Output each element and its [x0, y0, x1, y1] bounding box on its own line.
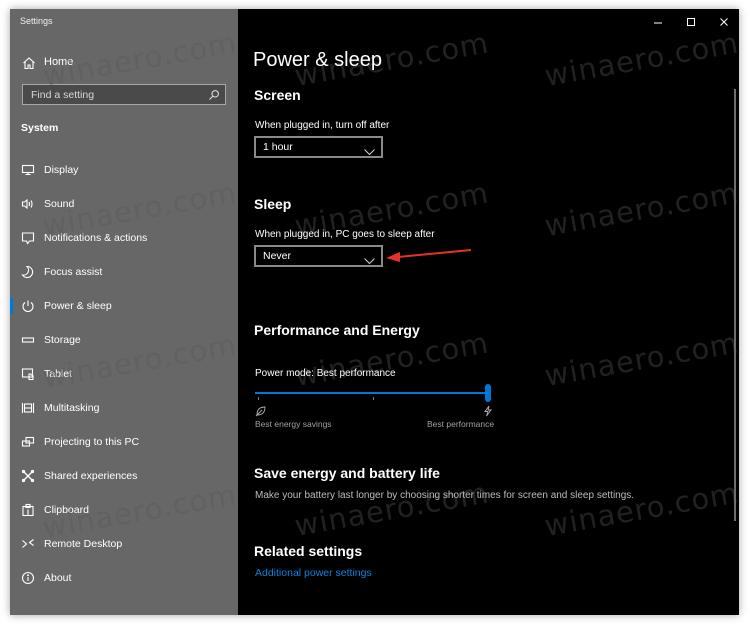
sidebar-item-projecting[interactable]: Projecting to this PC: [10, 429, 238, 455]
sidebar: Settings Home System Display: [10, 9, 239, 615]
notifications-icon: [21, 231, 35, 245]
sidebar-item-notifications[interactable]: Notifications & actions: [10, 225, 238, 251]
slider-min-caption: Best energy savings: [255, 419, 332, 429]
sleep-heading: Sleep: [254, 196, 292, 212]
screen-timeout-dropdown[interactable]: 1 hour: [254, 136, 383, 158]
dropdown-value: 1 hour: [263, 141, 293, 153]
maximize-button[interactable]: [678, 13, 704, 31]
screen-timeout-label: When plugged in, turn off after: [255, 120, 390, 131]
close-button[interactable]: [711, 13, 737, 31]
sidebar-item-label: Sound: [44, 198, 75, 210]
slider-track: [255, 392, 488, 394]
home-icon: [22, 56, 36, 70]
slider-tick: [258, 397, 259, 400]
projecting-icon: [21, 435, 35, 449]
tablet-icon: [21, 367, 35, 381]
remote-desktop-icon: [21, 537, 35, 551]
sidebar-item-label: Projecting to this PC: [44, 436, 140, 448]
sidebar-item-home[interactable]: Home: [10, 52, 238, 74]
search-icon[interactable]: [208, 88, 220, 100]
sidebar-item-clipboard[interactable]: Clipboard: [10, 497, 238, 523]
storage-icon: [21, 333, 35, 347]
watermark: winaero.com: [542, 25, 739, 93]
sidebar-item-label: About: [44, 572, 72, 584]
sidebar-item-power-sleep[interactable]: Power & sleep: [10, 293, 238, 319]
sidebar-item-label: Focus assist: [44, 266, 103, 278]
shared-experiences-icon: [21, 469, 35, 483]
screen-heading: Screen: [254, 87, 301, 103]
settings-window: Settings Home System Display: [10, 9, 739, 615]
close-icon: [720, 18, 728, 26]
sidebar-item-label: Storage: [44, 334, 81, 346]
dropdown-value: Never: [263, 250, 292, 262]
additional-power-settings-link[interactable]: Additional power settings: [255, 567, 372, 579]
slider-thumb[interactable]: [485, 384, 491, 402]
selection-indicator: [10, 298, 13, 314]
app-title: Settings: [20, 16, 53, 26]
moon-icon: [21, 265, 35, 279]
maximize-icon: [687, 18, 695, 26]
performance-heading: Performance and Energy: [254, 322, 420, 338]
page-title: Power & sleep: [253, 49, 382, 71]
sleep-dropdown[interactable]: Never: [254, 245, 383, 267]
chevron-down-icon: [364, 252, 375, 265]
sidebar-item-focus-assist[interactable]: Focus assist: [10, 259, 238, 285]
chevron-down-icon: [364, 143, 375, 156]
minimize-icon: [654, 22, 662, 24]
minimize-button[interactable]: [645, 13, 671, 31]
search-box[interactable]: [22, 84, 226, 105]
related-settings-heading: Related settings: [254, 543, 363, 559]
save-energy-description: Make your battery last longer by choosin…: [255, 490, 635, 501]
sidebar-item-label: Clipboard: [44, 504, 89, 516]
sidebar-item-label: Power & sleep: [44, 300, 112, 312]
power-mode-slider[interactable]: [255, 384, 491, 404]
save-energy-heading: Save energy and battery life: [254, 465, 440, 481]
power-mode-label: Power mode: Best performance: [255, 368, 396, 379]
sidebar-item-label: Multitasking: [44, 402, 100, 414]
sidebar-item-label: Notifications & actions: [44, 232, 148, 244]
sidebar-item-tablet[interactable]: Tablet: [10, 361, 238, 387]
sidebar-item-remote-desktop[interactable]: Remote Desktop: [10, 531, 238, 557]
slider-tick: [373, 397, 374, 400]
search-input[interactable]: [23, 85, 203, 104]
sleep-timeout-label: When plugged in, PC goes to sleep after: [255, 229, 435, 240]
sidebar-item-label: Home: [44, 56, 74, 68]
sidebar-item-storage[interactable]: Storage: [10, 327, 238, 353]
info-icon: [21, 571, 35, 585]
sidebar-item-about[interactable]: About: [10, 565, 238, 591]
display-icon: [21, 163, 35, 177]
watermark: winaero.com: [542, 175, 739, 243]
watermark: winaero.com: [542, 475, 739, 543]
leaf-icon: [255, 404, 267, 417]
sidebar-item-display[interactable]: Display: [10, 157, 238, 183]
clipboard-icon: [21, 503, 35, 517]
sidebar-item-label: Display: [44, 164, 79, 176]
sidebar-item-multitasking[interactable]: Multitasking: [10, 395, 238, 421]
sidebar-item-label: Shared experiences: [44, 470, 138, 482]
slider-max-caption: Best performance: [427, 419, 495, 429]
sidebar-section-title: System: [21, 122, 59, 134]
watermark: winaero.com: [542, 325, 739, 393]
main-pane: winaero.com winaero.com winaero.com wina…: [238, 9, 739, 615]
sidebar-item-label: Remote Desktop: [44, 538, 123, 550]
multitasking-icon: [21, 401, 35, 415]
power-icon: [21, 299, 35, 313]
sidebar-item-shared-experiences[interactable]: Shared experiences: [10, 463, 238, 489]
watermark: winaero.com: [292, 475, 492, 543]
lightning-icon: [482, 404, 494, 417]
scrollbar[interactable]: [734, 89, 736, 521]
sidebar-item-sound[interactable]: Sound: [10, 191, 238, 217]
sound-icon: [21, 197, 35, 211]
sidebar-item-label: Tablet: [44, 368, 73, 380]
